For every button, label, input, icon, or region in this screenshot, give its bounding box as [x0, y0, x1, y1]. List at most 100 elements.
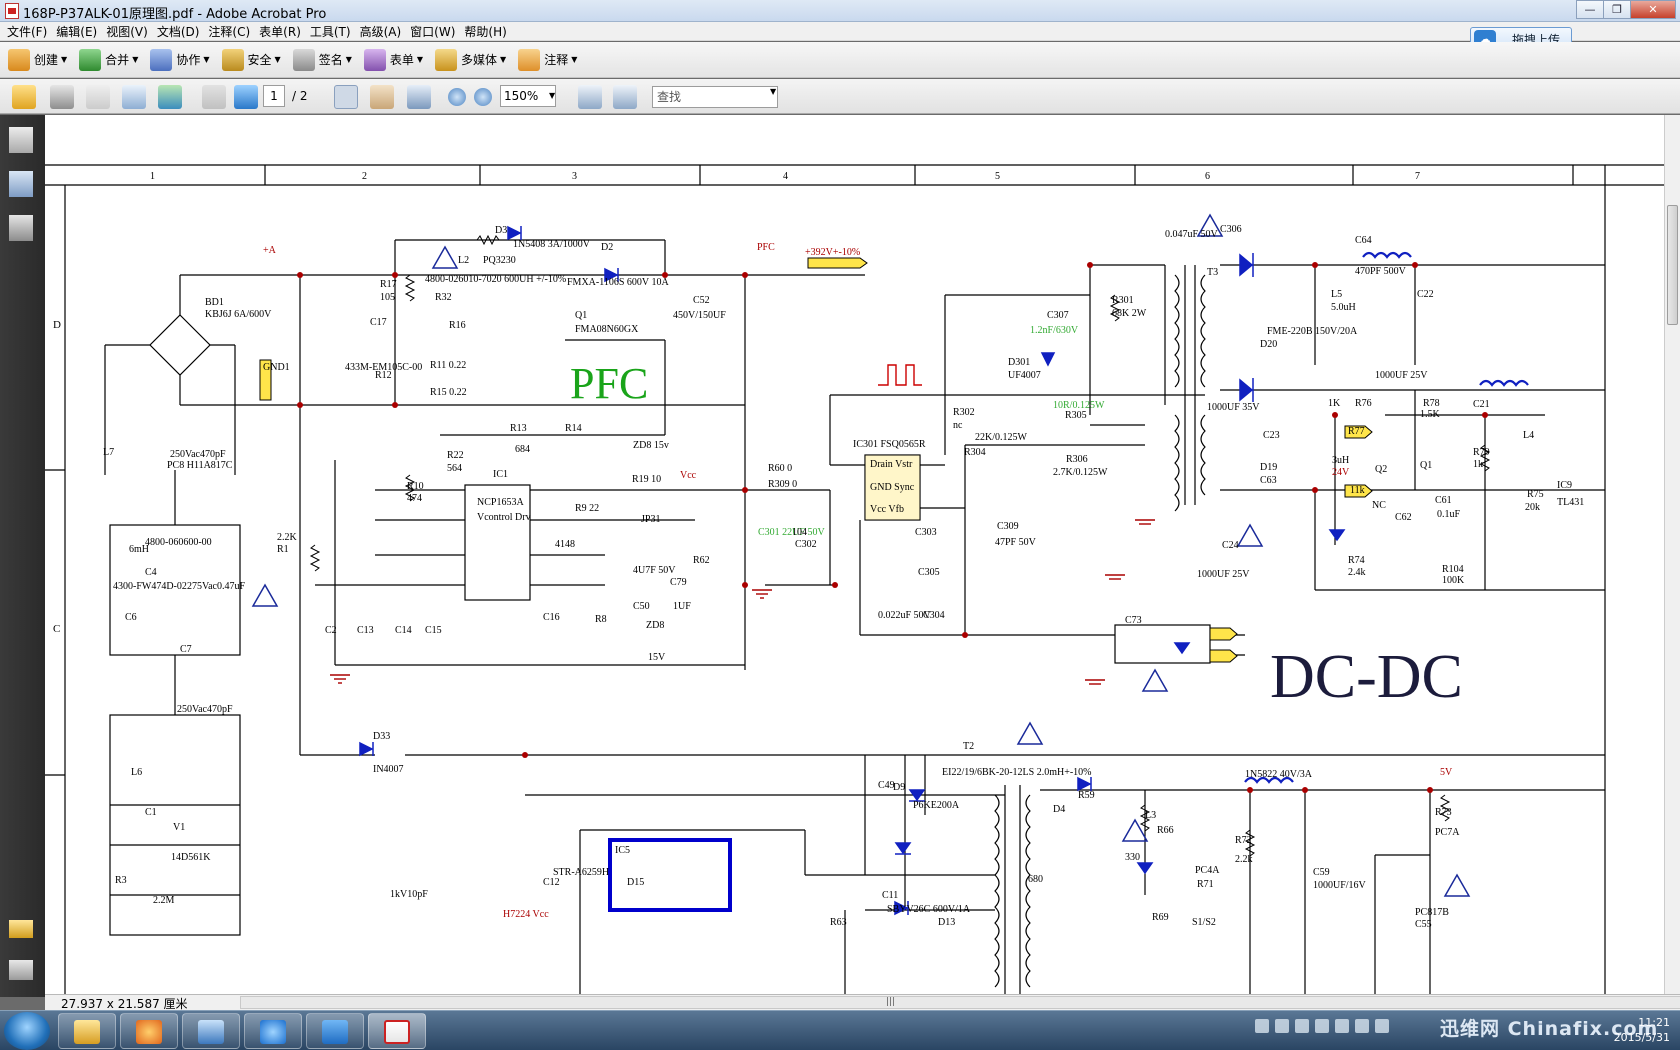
schematic-label: 105	[380, 292, 395, 303]
menu-view[interactable]: 视图(V)	[103, 22, 154, 40]
taskbar-ie[interactable]	[244, 1013, 302, 1049]
schematic-label: C16	[543, 612, 560, 623]
tray-volume-icon[interactable]	[1375, 1019, 1389, 1033]
taskbar-media-player[interactable]	[120, 1013, 178, 1049]
dropdown-arrow-icon: ▼	[500, 55, 507, 64]
fit-page-icon[interactable]	[613, 85, 637, 109]
tray-keyboard-icon[interactable]	[1255, 1019, 1269, 1033]
schematic-label: 1kV10pF	[390, 889, 428, 900]
close-button[interactable]: ✕	[1630, 0, 1676, 19]
tray-monitor-icon[interactable]	[1355, 1019, 1369, 1033]
print-icon[interactable]	[50, 85, 74, 109]
schematic-label: nc	[953, 420, 963, 431]
forms-button[interactable]: 表单 ▼	[363, 48, 423, 71]
next-page-icon[interactable]	[234, 85, 258, 109]
pages-icon[interactable]	[9, 127, 33, 153]
zoom-tool-icon[interactable]	[407, 85, 431, 109]
menu-forms[interactable]: 表单(R)	[256, 22, 307, 40]
signatures-icon[interactable]	[9, 215, 33, 241]
select-tool-icon[interactable]	[334, 85, 358, 109]
find-dropdown-icon[interactable]: ▼	[770, 87, 776, 96]
dcdc-title: DC-DC	[1270, 643, 1463, 711]
horizontal-scrollbar[interactable]: |||	[240, 996, 1680, 1009]
schematic-label: D33	[373, 731, 390, 742]
schematic-label: EI22/19/6BK-20-12LS 2.0mH+-10%	[942, 767, 1092, 778]
menu-tools[interactable]: 工具(T)	[307, 22, 357, 40]
zoom-level-input[interactable]: 150%	[500, 85, 556, 107]
schematic-label: C64	[1355, 235, 1372, 246]
tray-network-icon[interactable]	[1315, 1019, 1329, 1033]
schematic-label: 5V	[1440, 767, 1453, 778]
schematic-label: 0.047uF 50V	[1165, 229, 1219, 240]
taskbar-explorer[interactable]	[58, 1013, 116, 1049]
schematic-label: C2	[325, 625, 337, 636]
previous-page-icon[interactable]	[202, 85, 226, 109]
schematic-label: C63	[1260, 475, 1277, 486]
schematic-label: 1000UF 25V	[1375, 370, 1428, 381]
taskbar-cloud[interactable]	[306, 1013, 364, 1049]
schematic-label: IC301 FSQ0565R	[853, 439, 926, 450]
tray-arrow-icon[interactable]	[1295, 1019, 1309, 1033]
hand-tool-icon[interactable]	[370, 85, 394, 109]
menu-help[interactable]: 帮助(H)	[461, 22, 512, 40]
maximize-button[interactable]: ❐	[1603, 0, 1631, 19]
schematic-label: BD1	[205, 297, 224, 308]
schematic-label: 1.5K	[1420, 409, 1441, 420]
attachments-icon[interactable]	[9, 960, 33, 980]
schematic-label: GND Sync	[870, 482, 915, 493]
comment-button[interactable]: 注释 ▼	[518, 48, 577, 71]
open-folder-icon[interactable]	[12, 85, 36, 109]
schematic-label: C17	[370, 317, 387, 328]
task-toolbar: 创建 ▼ 合并 ▼ 协作 ▼ 安全 ▼ 签名 ▼ 表单 ▼ 多媒体 ▼ 注释 ▼	[0, 42, 1680, 78]
clock[interactable]: 11:21 2015/5/31	[1600, 1015, 1670, 1045]
schematic-label: 22K/0.125W	[975, 432, 1028, 443]
schematic-label: JP31	[641, 514, 660, 525]
schematic-label: V1	[173, 822, 185, 833]
share-icon[interactable]	[158, 85, 182, 109]
schematic-label: PQ3230	[483, 255, 516, 266]
comments-icon[interactable]	[9, 920, 33, 938]
taskbar-app[interactable]	[182, 1013, 240, 1049]
schematic-label: PC8 H11A817C	[167, 460, 233, 471]
document-view[interactable]: BD1 KBJ6J 6A/600V +A D3 1N5408 3A/1000V D2 L2 P…	[45, 115, 1667, 997]
email-icon[interactable]	[122, 85, 146, 109]
sign-button[interactable]: 签名 ▼	[292, 48, 352, 71]
scroll-thumb[interactable]	[1667, 205, 1678, 325]
zoom-in-icon[interactable]	[474, 88, 492, 106]
collaborate-button[interactable]: 协作 ▼	[150, 48, 210, 71]
multimedia-button[interactable]: 多媒体 ▼	[435, 48, 507, 71]
menu-window[interactable]: 窗口(W)	[407, 22, 461, 40]
start-button[interactable]	[4, 1012, 50, 1050]
menu-comments[interactable]: 注释(C)	[205, 22, 256, 40]
schematic-label: 1N5408 3A/1000V	[513, 239, 591, 250]
menu-edit[interactable]: 编辑(E)	[53, 22, 103, 40]
schematic-label: H7224 Vcc	[503, 909, 549, 920]
schematic-label: IC9	[1557, 480, 1572, 491]
schematic-label: C61	[1435, 495, 1452, 506]
find-input[interactable]: 查找	[652, 86, 778, 108]
schematic-label: 474	[407, 493, 422, 504]
fit-width-icon[interactable]	[578, 85, 602, 109]
combine-button[interactable]: 合并 ▼	[79, 48, 138, 71]
zoom-dropdown-icon[interactable]: ▼	[549, 85, 559, 107]
schematic-label: 1000UF 25V	[1197, 569, 1250, 580]
zoom-out-icon[interactable]	[448, 88, 466, 106]
minimize-button[interactable]: —	[1576, 0, 1604, 19]
secure-button[interactable]: 安全 ▼	[221, 48, 281, 71]
create-button[interactable]: 创建 ▼	[8, 48, 67, 71]
bookmarks-icon[interactable]	[9, 171, 33, 197]
taskbar-acrobat[interactable]	[368, 1013, 426, 1049]
folder-icon	[74, 1020, 100, 1044]
menu-advanced[interactable]: 高级(A)	[357, 22, 408, 40]
tray-help-icon[interactable]	[1275, 1019, 1289, 1033]
schematic-label: L2	[458, 255, 469, 266]
tray-flag-icon[interactable]	[1335, 1019, 1349, 1033]
menu-file[interactable]: 文件(F)	[4, 22, 53, 40]
schematic-label: GND1	[263, 362, 290, 373]
schematic-label: P6KE200A	[913, 800, 960, 811]
vertical-scrollbar[interactable]	[1664, 115, 1680, 997]
menu-document[interactable]: 文档(D)	[154, 22, 206, 40]
page-number-input[interactable]: 1	[263, 85, 285, 107]
save-icon[interactable]	[86, 85, 110, 109]
schematic-label: PC7A	[1435, 827, 1460, 838]
